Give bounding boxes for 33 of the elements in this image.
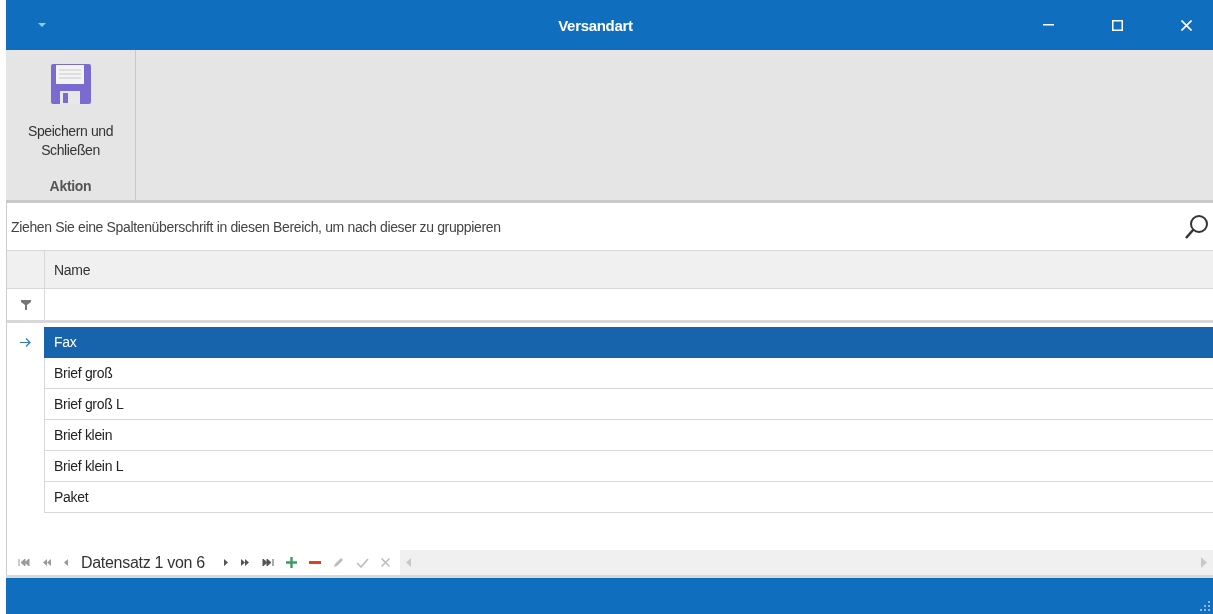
minus-icon[interactable] (308, 561, 321, 564)
plus-icon[interactable] (285, 557, 297, 568)
group-panel-hint: Ziehen Sie eine Spaltenüberschrift in diesen Bereich, um nach dieser zu gruppieren (11, 218, 501, 235)
table-cell[interactable]: Brief klein L (44, 451, 1213, 482)
check-icon[interactable] (355, 557, 369, 568)
ribbon-group-label: Aktion (49, 178, 92, 196)
scroll-right-icon[interactable] (1201, 557, 1207, 568)
arrow-right-icon (20, 338, 31, 347)
record-counter: Datensatz 1 von 6 (81, 553, 205, 572)
table-cell[interactable]: Brief groß (44, 358, 1213, 389)
window-title: Versandart (557, 16, 634, 34)
scroll-left-icon[interactable] (405, 558, 411, 567)
minimize-icon[interactable] (1043, 24, 1054, 26)
first-record-icon[interactable] (18, 559, 30, 566)
next-page-icon[interactable] (239, 559, 250, 566)
table-cell[interactable]: Fax (44, 327, 1213, 358)
resize-grip-icon[interactable] (1200, 601, 1210, 611)
table-cell[interactable]: Brief groß L (44, 389, 1213, 420)
maximize-icon[interactable] (1112, 19, 1123, 31)
cancel-icon[interactable] (380, 558, 390, 567)
table-cell[interactable]: Brief klein (44, 420, 1213, 451)
previous-record-icon[interactable] (64, 559, 69, 566)
dropdown-icon[interactable] (38, 23, 46, 27)
pencil-icon[interactable] (332, 557, 344, 568)
previous-page-icon[interactable] (42, 559, 52, 566)
close-icon[interactable] (1181, 19, 1192, 31)
save-and-close-button[interactable]: Speichern und Schließen (10, 50, 131, 178)
filter-icon[interactable] (20, 299, 31, 310)
table-cell[interactable]: Paket (44, 482, 1213, 513)
search-icon[interactable] (1184, 213, 1210, 240)
last-record-icon[interactable] (261, 559, 274, 566)
next-record-icon[interactable] (222, 559, 228, 566)
horizontal-scrollbar[interactable] (399, 550, 1213, 575)
